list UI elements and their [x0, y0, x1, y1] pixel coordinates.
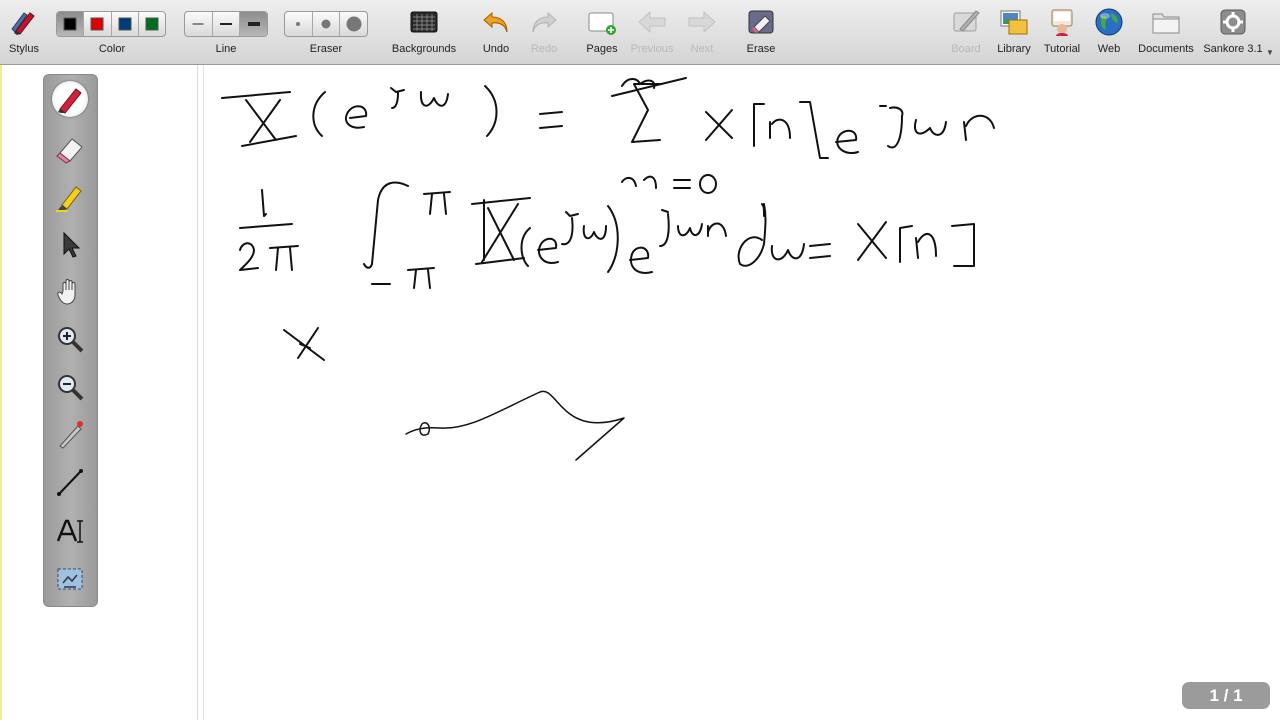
laser-pointer-icon [59, 421, 83, 449]
zoom-in-icon [58, 327, 84, 353]
text-tool[interactable] [52, 513, 88, 549]
zoom-out-icon [58, 375, 84, 401]
line-icon [57, 469, 83, 496]
selector-tool[interactable] [52, 226, 88, 262]
pen-icon [58, 88, 82, 114]
pointer-icon [63, 231, 81, 258]
ink-stroke-line1-rhs [539, 77, 995, 159]
ink-stroke-line2-result [737, 203, 975, 267]
highlighter-icon [56, 186, 82, 212]
hand-tool[interactable] [52, 273, 88, 309]
ink-stroke-line2-integral [363, 181, 727, 289]
ink-stroke-line2-fraction [239, 189, 299, 271]
ink-stroke-x-mark [283, 327, 325, 361]
eraser-icon [56, 138, 83, 164]
ink-stroke-sum-lower-limit [621, 174, 717, 194]
laser-pointer-tool[interactable] [52, 416, 88, 452]
line-tool[interactable] [52, 464, 88, 500]
ink-stroke-line1-lhs [221, 85, 498, 147]
handwriting-ink-layer [221, 77, 995, 461]
tool-palette [43, 74, 98, 607]
capture-icon [57, 568, 83, 590]
capture-tool[interactable] [52, 561, 88, 597]
zoom-out-tool[interactable] [52, 369, 88, 405]
zoom-in-tool[interactable] [52, 321, 88, 357]
ink-stroke-squiggle [405, 390, 625, 461]
text-icon [56, 519, 83, 543]
eraser-tool[interactable] [52, 131, 88, 167]
hand-icon [57, 279, 76, 305]
page-indicator: 1 / 1 [1182, 682, 1270, 709]
pen-tool[interactable] [52, 81, 88, 117]
highlighter-tool[interactable] [52, 179, 88, 215]
